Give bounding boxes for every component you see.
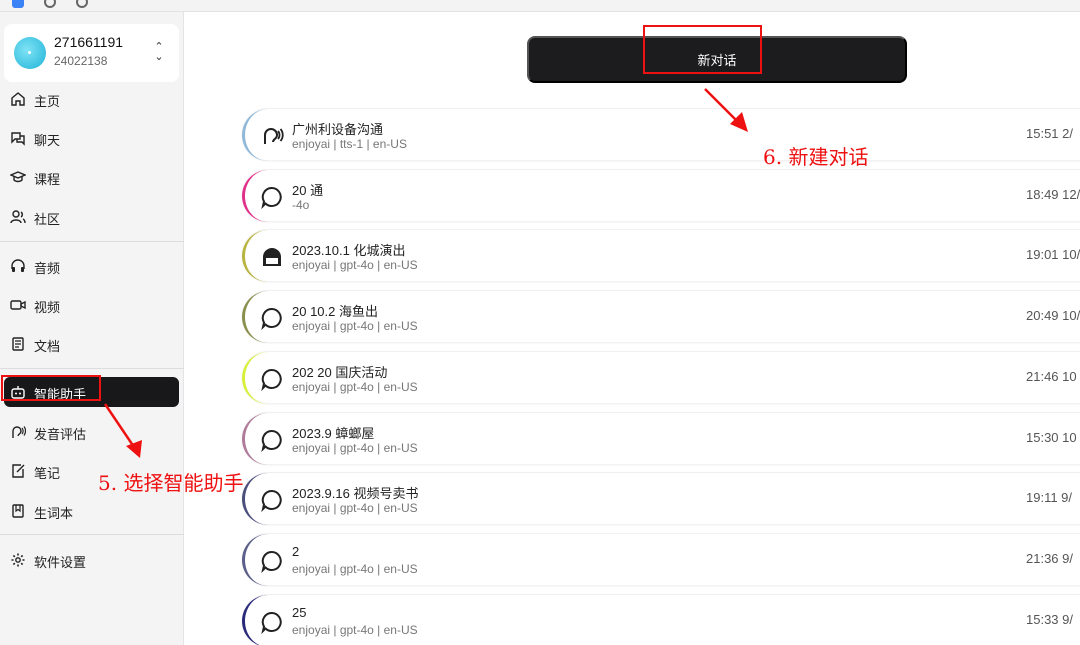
chat-list-item[interactable]: 20 通 -4o 18:49 12/ [242, 168, 1080, 222]
app-icon[interactable] [12, 0, 24, 8]
chat-time: 18:49 12/ [1026, 186, 1080, 202]
account-id: 24022138 [54, 54, 108, 68]
sidebar: 271661191 24022138 ⌃ ⌄ 主页 聊天 课程 社区 音频 视频 … [0, 12, 184, 645]
document-icon [12, 337, 24, 351]
chat-list-item[interactable]: 2023.10.1 化城演出 enjoyai | gpt-4o | en-US 19… [242, 229, 1080, 283]
annotation-arrow-step6 [704, 88, 748, 132]
message-icon [261, 308, 282, 331]
bot-icon [263, 248, 281, 267]
chat-title: 2 [292, 543, 300, 559]
sidebar-item-courses[interactable]: 课程 [0, 162, 184, 192]
chat-list-item[interactable]: 2023.9.16 视频号卖书 enjoyai | gpt-4o | en-US 1… [242, 472, 1080, 526]
sidebar-item-pronunciation[interactable]: 发音评估 [0, 417, 184, 447]
message-icon [261, 490, 282, 513]
annotation-step6-text: 6. 新建对话 [763, 145, 869, 169]
sidebar-item-documents[interactable]: 文档 [0, 329, 184, 359]
speech-icon [12, 426, 26, 438]
chat-list-item[interactable]: 20 10.2 海鱼出 enjoyai | gpt-4o | en-US 20:49… [242, 290, 1080, 344]
chat-time: 15:33 9/ [1026, 611, 1073, 627]
note-icon [12, 464, 25, 478]
sidebar-item-community[interactable]: 社区 [0, 202, 184, 232]
chat-time: 19:11 9/ [1026, 490, 1073, 506]
sidebar-item-label: 视频 [34, 300, 61, 315]
chat-title: 20 10.2 海鱼出 [292, 304, 378, 320]
chat-subtitle: -4o [292, 197, 310, 212]
chat-title: 202 20 国庆活动 [292, 364, 388, 380]
annotation-box-new-chat [643, 25, 762, 74]
chat-time: 20:49 10/ [1026, 308, 1080, 324]
chat-list-item[interactable]: 广州利设备沟通 enjoyai | tts-1 | en-US 15:51 2/ [242, 108, 1080, 161]
sidebar-item-chat[interactable]: 聊天 [0, 123, 184, 153]
sidebar-item-label: 课程 [34, 172, 61, 187]
chat-subtitle: enjoyai | gpt-4o | en-US [292, 319, 418, 334]
users-icon [10, 210, 26, 224]
chat-time: 15:51 2/ [1026, 126, 1073, 141]
chat-subtitle: enjoyai | gpt-4o | en-US [292, 440, 418, 455]
chat-list-item[interactable]: 25 enjoyai | gpt-4o | en-US 15:33 9/ [242, 593, 1080, 645]
chat-time: 19:01 10/ [1026, 247, 1080, 263]
annotation-step5-text: 5. 选择智能助手 [98, 471, 244, 495]
home-icon [11, 92, 25, 106]
chat-subtitle: enjoyai | gpt-4o | en-US [292, 379, 418, 394]
chat-icon [11, 132, 25, 146]
chat-list-item[interactable]: 2023.9 蟑螂屋 enjoyai | gpt-4o | en-US 15:30 … [242, 411, 1080, 465]
sidebar-item-label: 文档 [34, 339, 61, 354]
sidebar-item-settings[interactable]: 软件设置 [0, 545, 184, 575]
settings-icon[interactable] [44, 0, 56, 8]
chat-subtitle: enjoyai | gpt-4o | en-US [292, 258, 418, 273]
sidebar-item-video[interactable]: 视频 [0, 290, 184, 320]
sidebar-item-label: 主页 [34, 94, 61, 109]
sidebar-divider [0, 241, 184, 242]
headphones-icon [11, 259, 25, 272]
message-icon [261, 550, 282, 573]
speech-icon [264, 128, 284, 144]
clock-icon[interactable] [76, 0, 88, 8]
sidebar-item-label: 软件设置 [34, 555, 87, 570]
sidebar-item-home[interactable]: 主页 [0, 84, 184, 114]
graduation-cap-icon [10, 171, 26, 183]
message-icon [261, 368, 282, 391]
chat-title: 25 [292, 604, 307, 620]
chat-time: 21:46 10 [1026, 368, 1077, 384]
chat-subtitle: enjoyai | gpt-4o | en-US [292, 561, 418, 576]
chat-subtitle: enjoyai | gpt-4o | en-US [292, 501, 418, 516]
sidebar-item-label: 音频 [34, 261, 61, 276]
sidebar-divider [0, 534, 184, 535]
main-panel: 新对话 广州利设备沟通 enjoyai | tts-1 | en-US 15:51 … [185, 12, 1080, 645]
message-icon [261, 429, 282, 452]
sidebar-divider [0, 368, 184, 369]
chat-list-item[interactable]: 202 20 国庆活动 enjoyai | gpt-4o | en-US 21:46… [242, 350, 1080, 404]
account-switcher[interactable]: 271661191 24022138 ⌃ ⌄ [4, 24, 179, 82]
sidebar-item-vocabulary[interactable]: 生词本 [0, 496, 184, 526]
sidebar-item-label: 社区 [34, 212, 61, 227]
chat-title: 广州利设备沟通 [292, 122, 384, 137]
sidebar-item-label: 聊天 [34, 133, 61, 148]
avatar [14, 37, 46, 69]
book-icon [12, 504, 24, 518]
message-icon [261, 611, 282, 634]
window-topbar [0, 0, 1080, 12]
sidebar-item-audio[interactable]: 音频 [0, 251, 184, 281]
annotation-box-assistant [1, 375, 101, 401]
chevron-up-down-icon: ⌃ ⌄ [154, 41, 164, 63]
chat-time: 21:36 9/ [1026, 550, 1073, 566]
sidebar-item-label: 笔记 [34, 466, 61, 481]
chat-list-item[interactable]: 2 enjoyai | gpt-4o | en-US 21:36 9/ [242, 532, 1080, 586]
account-name: 271661191 [54, 34, 124, 50]
chat-title: 2023.9.16 视频号卖书 [292, 486, 419, 502]
sidebar-item-label: 发音评估 [34, 427, 87, 442]
chat-title: 2023.10.1 化城演出 [292, 243, 406, 259]
chat-time: 15:30 10 [1026, 429, 1077, 445]
chat-title: 2023.9 蟑螂屋 [292, 425, 375, 441]
chat-title: 20 通 [292, 182, 324, 198]
chat-subtitle: enjoyai | tts-1 | en-US [292, 137, 407, 151]
annotation-arrow-step5 [103, 403, 142, 458]
message-icon [261, 186, 282, 209]
chat-subtitle: enjoyai | gpt-4o | en-US [292, 622, 418, 637]
video-icon [10, 300, 26, 310]
gear-icon [11, 553, 25, 567]
sidebar-item-label: 生词本 [34, 506, 74, 521]
